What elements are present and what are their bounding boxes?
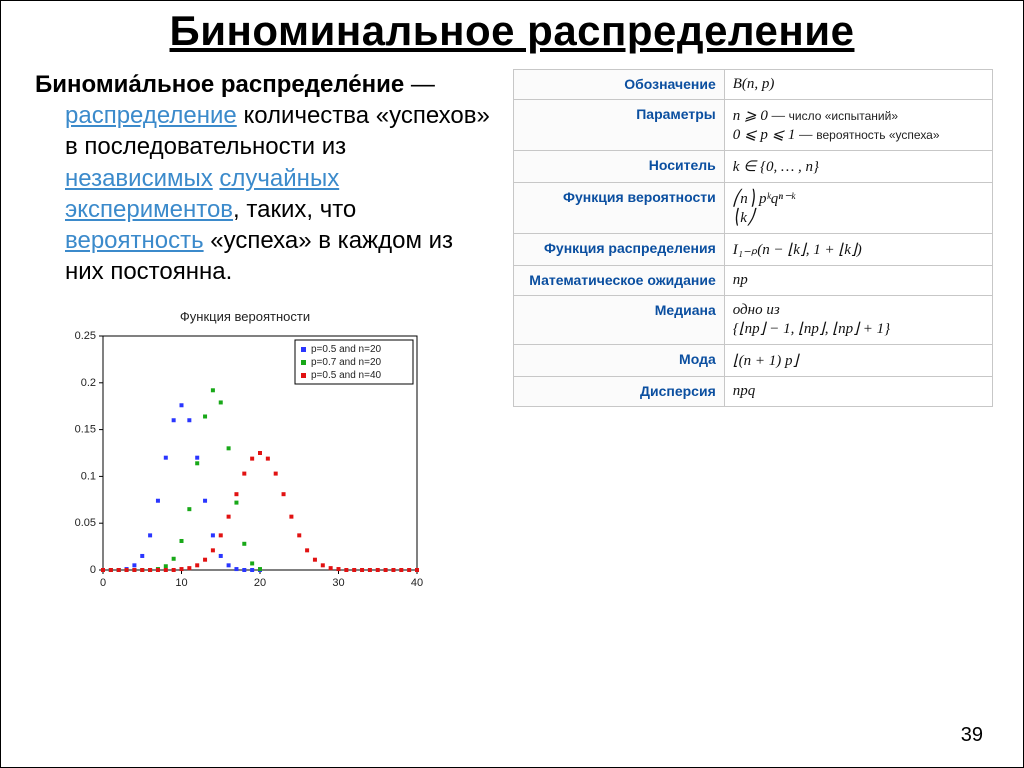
property-value: n ⩾ 0 — число «испытаний»0 ⩽ p ⩽ 1 — вер… [724, 100, 992, 151]
svg-text:30: 30 [332, 577, 344, 589]
chart-canvas: 0 10 20 30 40 0 0.05 0.1 0.15 0.2 0.25 p=0.5 and n=… [65, 328, 425, 598]
property-label: Обозначение [514, 70, 725, 100]
svg-text:0.25: 0.25 [75, 330, 96, 342]
page-number: 39 [961, 724, 983, 747]
property-value: ⌊(n + 1) p⌋ [724, 345, 992, 377]
intro-paragraph: Биномиа́льное распределе́ние — распредел… [25, 69, 495, 287]
table-row: Функция вероятности⎛n⎞ pᵏqⁿ⁻ᵏ⎝k⎠ [514, 183, 993, 234]
property-value: одно из{⌊np⌋ − 1, ⌊np⌋, ⌊np⌋ + 1} [724, 296, 992, 345]
table-row: Математическое ожиданиеnp [514, 266, 993, 296]
link-distribution[interactable]: распределение [65, 102, 237, 129]
slide-title: Биноминальное распределение [25, 7, 999, 55]
svg-text:0.15: 0.15 [75, 424, 96, 436]
table-row: Носительk ∈ {0, … , n} [514, 151, 993, 183]
svg-text:p=0.5 and n=40: p=0.5 and n=40 [311, 370, 382, 381]
property-label: Функция вероятности [514, 183, 725, 234]
svg-text:0: 0 [100, 577, 106, 589]
property-value: npq [724, 377, 992, 407]
table-row: Параметрыn ⩾ 0 — число «испытаний»0 ⩽ p … [514, 100, 993, 151]
svg-text:10: 10 [175, 577, 187, 589]
property-label: Носитель [514, 151, 725, 183]
property-label: Параметры [514, 100, 725, 151]
link-independent[interactable]: независимых [65, 165, 213, 192]
svg-text:p=0.5 and n=20: p=0.5 and n=20 [311, 344, 382, 355]
property-label: Математическое ожидание [514, 266, 725, 296]
table-row: Функция распределенияI₁₋ₚ(n − ⌊k⌋, 1 + ⌊… [514, 234, 993, 266]
property-value: np [724, 266, 992, 296]
properties-table: ОбозначениеB(n, p)Параметрыn ⩾ 0 — число… [513, 69, 993, 407]
chart-title: Функция вероятности [65, 309, 425, 324]
property-label: Мода [514, 345, 725, 377]
intro-strong: Биномиа́льное распределе́ние [35, 71, 404, 98]
svg-text:0.1: 0.1 [81, 471, 96, 483]
property-label: Медиана [514, 296, 725, 345]
svg-text:0: 0 [90, 564, 96, 576]
svg-text:20: 20 [254, 577, 266, 589]
property-label: Функция распределения [514, 234, 725, 266]
property-value: ⎛n⎞ pᵏqⁿ⁻ᵏ⎝k⎠ [724, 183, 992, 234]
svg-text:0.2: 0.2 [81, 377, 96, 389]
svg-text:p=0.7 and n=20: p=0.7 and n=20 [311, 357, 382, 368]
link-probability[interactable]: вероятность [65, 227, 204, 254]
svg-text:40: 40 [411, 577, 423, 589]
table-row: ОбозначениеB(n, p) [514, 70, 993, 100]
table-row: Дисперсияnpq [514, 377, 993, 407]
table-row: Мода⌊(n + 1) p⌋ [514, 345, 993, 377]
table-row: Медианаодно из{⌊np⌋ − 1, ⌊np⌋, ⌊np⌋ + 1} [514, 296, 993, 345]
property-value: k ∈ {0, … , n} [724, 151, 992, 183]
pmf-chart: Функция вероятности 0 10 20 30 40 0 0.05 0.1 0.1… [65, 309, 425, 598]
property-value: I₁₋ₚ(n − ⌊k⌋, 1 + ⌊k⌋) [724, 234, 992, 266]
svg-text:0.05: 0.05 [75, 518, 96, 530]
property-value: B(n, p) [724, 70, 992, 100]
property-label: Дисперсия [514, 377, 725, 407]
